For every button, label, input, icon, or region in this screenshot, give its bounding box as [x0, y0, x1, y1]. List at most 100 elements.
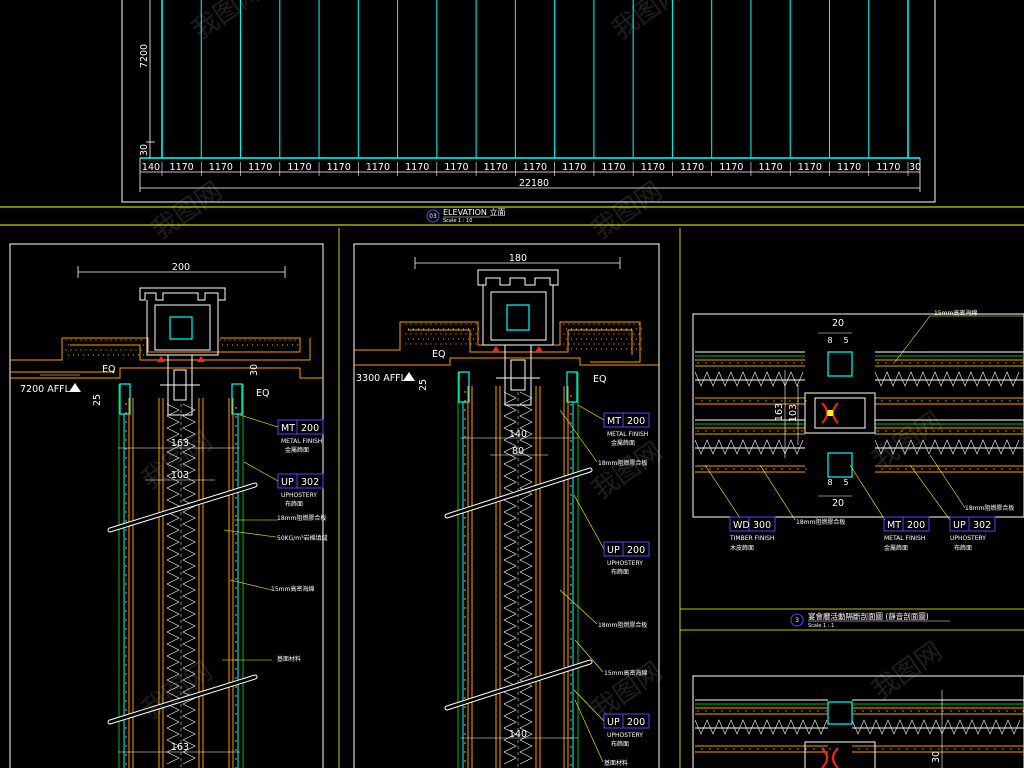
hpanel-dot — [970, 748, 972, 750]
section-c-dim-20-top: 20 — [832, 318, 844, 329]
hatch-dot — [613, 323, 615, 325]
section-c-dim-103: 103 — [788, 404, 799, 422]
hpanel-dot — [953, 468, 955, 470]
elevation-total-label: 22180 — [519, 178, 549, 189]
hatch-dot — [142, 354, 145, 356]
hpanel-dot — [729, 710, 731, 712]
panel-dot — [570, 422, 572, 424]
panel-dot — [125, 583, 127, 585]
hatch-dot — [635, 348, 638, 350]
hatch-dot — [231, 344, 234, 346]
hatch-dot — [605, 338, 608, 340]
section-c-dim-163: 163 — [774, 403, 785, 421]
hpanel-dot — [781, 400, 783, 402]
section-b-hanger — [496, 344, 540, 406]
panel-dot — [125, 664, 127, 666]
hpanel-dot — [938, 748, 940, 750]
panel-dot — [570, 449, 572, 451]
hatch-dot — [120, 349, 122, 351]
hpanel-dot — [866, 748, 868, 750]
panel-dot — [235, 740, 237, 742]
hatch-dot — [415, 343, 417, 345]
panel-dot — [570, 593, 572, 595]
hatch-dot — [125, 339, 127, 341]
hatch-dot — [595, 348, 598, 350]
hatch-dot — [420, 323, 422, 325]
hatch-dot — [472, 328, 475, 330]
elevation-module-dims: 1170 1170 1170 1170 1170 1170 1170 1170 1170 1170… — [161, 162, 909, 176]
panel-dot — [570, 602, 572, 604]
hatch-dot — [583, 333, 585, 335]
panel-dot — [570, 404, 572, 406]
hpanel-dot — [877, 430, 879, 432]
section-a-seal-right-icon — [197, 356, 205, 362]
hpanel-dot — [797, 468, 799, 470]
watermark-text: 我图网 — [867, 636, 948, 705]
hatch-dot — [286, 344, 289, 346]
section-b-tag-up-1-code: UP — [607, 545, 620, 556]
hatch-dot — [477, 328, 480, 330]
panel-dot — [235, 416, 237, 418]
panel-dot — [125, 637, 127, 639]
panel-dot — [464, 490, 466, 492]
hpanel-dot — [717, 400, 719, 402]
hatch-dot — [72, 344, 75, 346]
panel-dot — [125, 529, 127, 531]
hpanel-dot — [765, 400, 767, 402]
hatch-dot — [420, 333, 422, 335]
hpanel-dot — [950, 710, 952, 712]
hpanel-dot — [906, 748, 908, 750]
hpanel-dot — [937, 468, 939, 470]
section-c-dim-5-top: 5 — [843, 336, 848, 345]
hatch-dot — [442, 328, 445, 330]
hatch-dot — [410, 343, 412, 345]
hpanel-dot — [961, 400, 963, 402]
hatch-dot — [425, 333, 427, 335]
hatch-dot — [470, 333, 472, 335]
hatch-dot — [588, 323, 590, 325]
panel-dot — [125, 763, 127, 765]
hatch-dot — [90, 339, 92, 341]
elevation-panels — [200, 0, 870, 158]
section-c-title-number: 3 — [795, 617, 799, 624]
panel-dot — [570, 719, 572, 721]
section-a-hanger — [160, 354, 200, 416]
hatch-dot — [590, 338, 593, 340]
hpanel-dot — [974, 710, 976, 712]
hatch-dot — [107, 354, 110, 356]
hpanel-dot — [921, 400, 923, 402]
hpanel-dot — [1005, 362, 1007, 364]
section-c-dim-8-top: 8 — [827, 336, 832, 345]
panel-dot — [464, 427, 466, 429]
section-c-tag-up: UP 302 UPHOSTERY 布飾面 — [949, 516, 996, 552]
hpanel-dot — [725, 400, 727, 402]
hatch-dot — [600, 348, 603, 350]
hatch-dot — [625, 348, 628, 350]
panel-dot — [235, 695, 237, 697]
hpanel-dot — [1002, 748, 1004, 750]
panel-dot — [125, 493, 127, 495]
panel-dot — [235, 668, 237, 670]
hatch-dot — [430, 323, 432, 325]
section-c-tag-up-en: UPHOSTERY — [950, 535, 986, 542]
hpanel-dot — [733, 468, 735, 470]
hatch-dot — [75, 339, 77, 341]
hpanel-dot — [889, 400, 891, 402]
hatch-dot — [610, 338, 613, 340]
hatch-dot — [477, 338, 480, 340]
panel-dot — [464, 589, 466, 591]
section-c-frame — [692, 313, 1024, 518]
section-a-note-base: 基面材料 — [277, 655, 301, 663]
hatch-dot — [575, 328, 578, 330]
hpanel-dot — [789, 468, 791, 470]
elevation-module-label: 1170 — [837, 162, 861, 173]
hpanel-dot — [914, 748, 916, 750]
hpanel-dot — [709, 748, 711, 750]
hpanel-dot — [965, 430, 967, 432]
hatch-dot — [625, 328, 628, 330]
hpanel-dot — [986, 748, 988, 750]
hpanel-dot — [733, 400, 735, 402]
panel-dot — [570, 629, 572, 631]
panel-dot — [570, 764, 572, 766]
hpanel-dot — [1001, 468, 1003, 470]
